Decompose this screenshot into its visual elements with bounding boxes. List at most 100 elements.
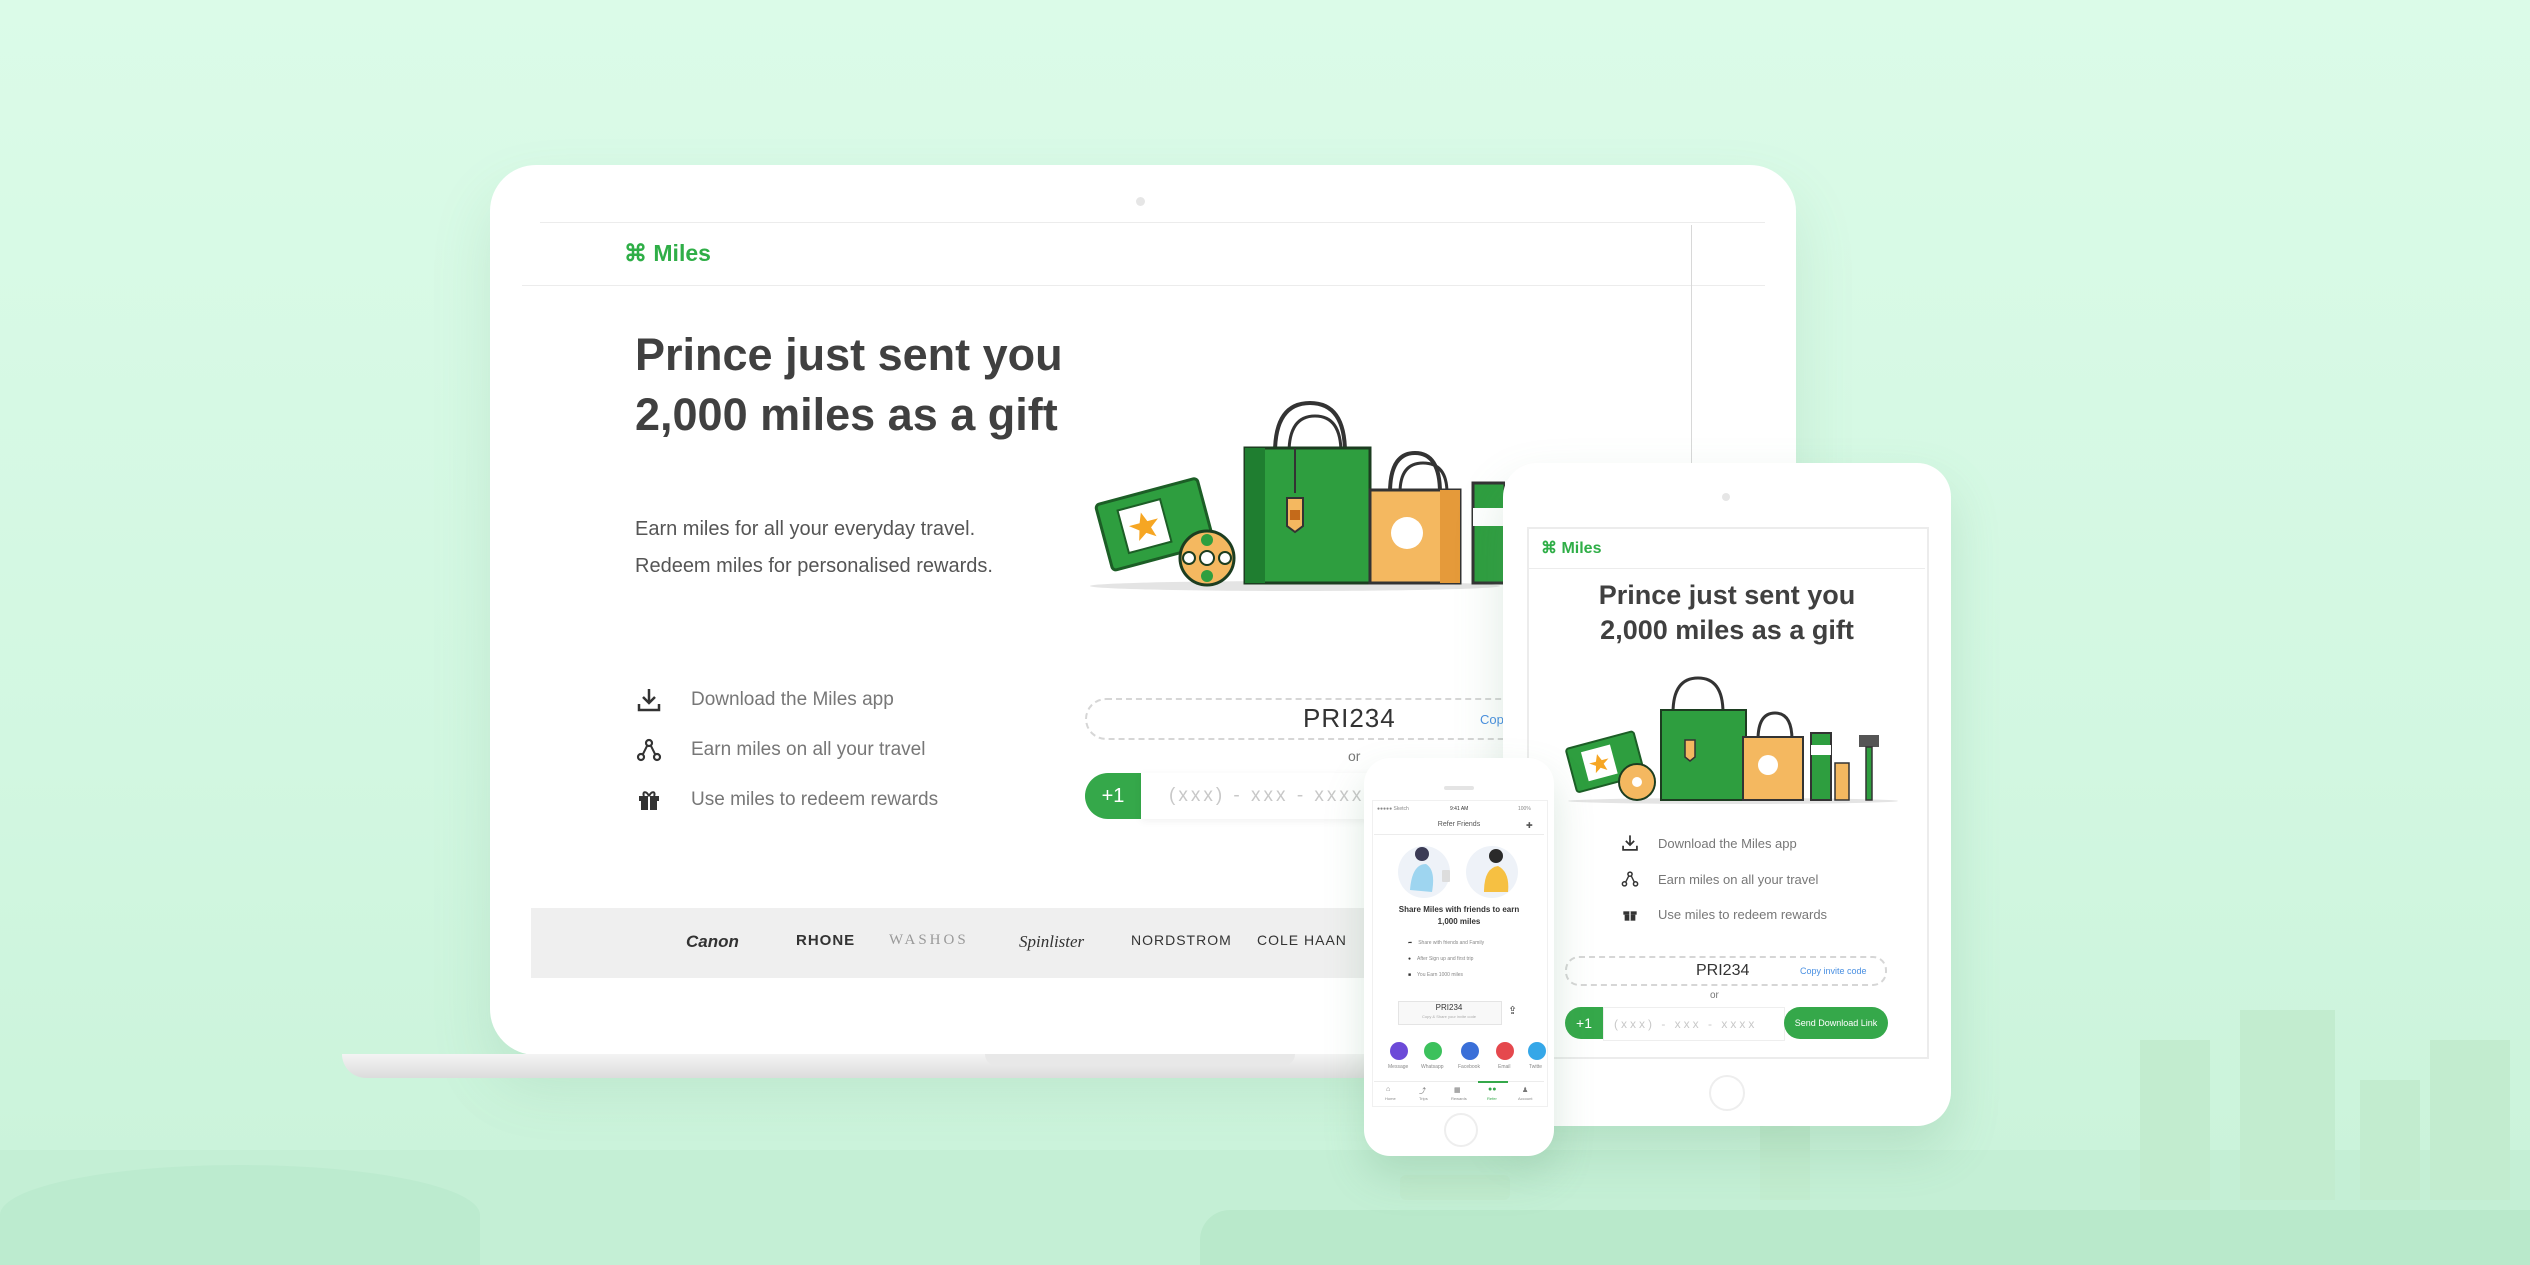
tab-rewards[interactable]: Rewards bbox=[1451, 1096, 1467, 1101]
brand-logo: WASHOS bbox=[889, 932, 969, 948]
tablet-step-earn-label: Earn miles on all your travel bbox=[1658, 871, 1819, 887]
share-app-label: Email bbox=[1498, 1064, 1511, 1070]
phone-share-line2: 1,000 miles bbox=[1437, 917, 1481, 926]
phone-title: Refer Friends bbox=[1437, 821, 1481, 828]
tablet-or-label: or bbox=[1710, 990, 1719, 1001]
phone-step-earn-label: You Earn 1000 miles bbox=[1417, 972, 1463, 978]
share-nodes-icon bbox=[1620, 869, 1640, 889]
brand-logo: RHONE bbox=[796, 932, 856, 949]
phone-step-share: ➦ Share with friends and Family bbox=[1408, 940, 1484, 946]
share-nodes-icon bbox=[635, 736, 663, 764]
tablet-shopping-bags-illustration bbox=[1565, 676, 1898, 804]
tablet-home-button[interactable] bbox=[1709, 1075, 1745, 1111]
background-hill-left bbox=[0, 1165, 480, 1265]
laptop-copy-code-link[interactable]: Cop bbox=[1480, 712, 1504, 727]
phone-header-divider bbox=[1374, 834, 1544, 835]
phone-battery: 100% bbox=[1518, 806, 1531, 812]
phone-step-signup-label: After Sign up and first trip bbox=[1417, 956, 1474, 962]
laptop-sub-line1: Earn miles for all your everyday travel. bbox=[635, 518, 976, 540]
refer-tab-icon[interactable]: ●● bbox=[1488, 1086, 1496, 1093]
tablet-camera bbox=[1722, 493, 1730, 501]
tablet-country-code[interactable]: +1 bbox=[1565, 1007, 1603, 1039]
brand-logo: Canon bbox=[686, 932, 739, 951]
twitter-app-icon[interactable] bbox=[1528, 1042, 1546, 1060]
background-building bbox=[2360, 1080, 2420, 1200]
share-app-label: Whatsapp bbox=[1421, 1064, 1444, 1070]
laptop-or-label: or bbox=[1348, 748, 1361, 764]
shopping-bags-illustration bbox=[1090, 400, 1505, 591]
brand-logo: Spinlister bbox=[1019, 932, 1085, 951]
trips-tab-icon[interactable]: ⤴ bbox=[1419, 1086, 1426, 1096]
tablet-step-redeem: Use miles to redeem rewards bbox=[1620, 904, 1827, 924]
tab-home[interactable]: Home bbox=[1385, 1096, 1396, 1101]
tablet-header-divider bbox=[1529, 568, 1925, 569]
laptop-headline-line1: Prince just sent you bbox=[635, 329, 1063, 380]
laptop-step-redeem: Use miles to redeem rewards bbox=[635, 786, 938, 814]
share-app-label: Message bbox=[1388, 1064, 1409, 1070]
phone-copy-hint: Copy & Share your invite code bbox=[1421, 1014, 1477, 1019]
laptop-step-download-label: Download the Miles app bbox=[691, 689, 894, 710]
tablet-copy-code-link[interactable]: Copy invite code bbox=[1800, 966, 1867, 976]
rewards-tab-icon[interactable]: ▦ bbox=[1454, 1086, 1461, 1094]
tablet-logo[interactable]: ⌘ Miles bbox=[1541, 538, 1601, 558]
share-app-label: Facebook bbox=[1458, 1064, 1480, 1070]
laptop-country-code[interactable]: +1 bbox=[1085, 773, 1141, 819]
add-friend-icon[interactable]: ✚ bbox=[1526, 821, 1533, 830]
tablet-headline-line2: 2,000 miles as a gift bbox=[1600, 615, 1854, 645]
phone-step-signup: ● After Sign up and first trip bbox=[1408, 956, 1473, 962]
facebook-app-icon[interactable] bbox=[1461, 1042, 1479, 1060]
background-building bbox=[2240, 1010, 2335, 1200]
laptop-step-download: Download the Miles app bbox=[635, 686, 894, 714]
laptop-headline-line2: 2,000 miles as a gift bbox=[635, 389, 1058, 440]
tablet-headline-line1: Prince just sent you bbox=[1598, 580, 1856, 610]
tab-trips[interactable]: Trips bbox=[1419, 1096, 1428, 1101]
download-icon bbox=[1620, 833, 1640, 853]
active-tab-indicator bbox=[1478, 1081, 1508, 1083]
share-app-label: Twitte bbox=[1529, 1064, 1543, 1070]
tablet-step-download: Download the Miles app bbox=[1620, 833, 1797, 853]
phone-step-earn: ■ You Earn 1000 miles bbox=[1408, 972, 1463, 978]
laptop-phone-input[interactable]: (xxx) - xxx - xxxx bbox=[1141, 773, 1399, 819]
tab-refer[interactable]: Refer bbox=[1487, 1096, 1497, 1101]
tablet-send-link-button[interactable]: Send Download Link bbox=[1784, 1007, 1888, 1039]
laptop-step-earn: Earn miles on all your travel bbox=[635, 736, 925, 764]
tablet-step-redeem-label: Use miles to redeem rewards bbox=[1658, 906, 1828, 922]
background-building bbox=[2140, 1040, 2210, 1200]
user-icon: ● bbox=[1408, 956, 1412, 962]
tab-account[interactable]: Account bbox=[1518, 1096, 1532, 1101]
laptop-step-redeem-label: Use miles to redeem rewards bbox=[691, 789, 939, 810]
tablet-step-download-label: Download the Miles app bbox=[1658, 835, 1797, 851]
phone-invite-code: PRI234 bbox=[1435, 1003, 1463, 1012]
home-tab-icon[interactable]: ⌂ bbox=[1386, 1086, 1390, 1093]
message-app-icon[interactable] bbox=[1390, 1042, 1408, 1060]
brand-logo: COLE HAAN bbox=[1257, 932, 1347, 948]
laptop-sub-line2: Redeem miles for personalised rewards. bbox=[635, 555, 993, 577]
phone-home-button[interactable] bbox=[1444, 1113, 1478, 1147]
phone-time: 9:41 AM bbox=[1450, 806, 1469, 812]
header-bottom-divider bbox=[522, 285, 1765, 286]
share-arrow-icon: ➦ bbox=[1408, 940, 1413, 946]
background-building bbox=[2430, 1040, 2510, 1200]
phone-share-line1: Share Miles with friends to earn bbox=[1398, 905, 1520, 914]
tablet-step-earn: Earn miles on all your travel bbox=[1620, 869, 1818, 889]
background-hill-right bbox=[1200, 1210, 2530, 1265]
email-app-icon[interactable] bbox=[1496, 1042, 1514, 1060]
account-tab-icon[interactable]: ♟ bbox=[1522, 1086, 1528, 1094]
gift-icon: ■ bbox=[1408, 972, 1412, 978]
phone-step-share-label: Share with friends and Family bbox=[1418, 940, 1485, 946]
scroll-divider bbox=[1691, 225, 1692, 475]
download-icon bbox=[635, 686, 663, 714]
header-top-divider bbox=[540, 222, 1765, 223]
background-bus bbox=[1400, 1175, 1510, 1200]
share-icon[interactable]: ⇪ bbox=[1508, 1004, 1517, 1017]
laptop-logo[interactable]: ⌘ Miles bbox=[624, 240, 711, 267]
refer-friends-illustration bbox=[1398, 846, 1518, 898]
tablet-invite-code: PRI234 bbox=[1696, 962, 1750, 979]
laptop-invite-code: PRI234 bbox=[1303, 703, 1396, 733]
phone-carrier: ●●●●● Sketch bbox=[1377, 806, 1409, 812]
phone-tabbar-divider bbox=[1374, 1081, 1544, 1082]
tablet-phone-input[interactable]: (xxx) - xxx - xxxx bbox=[1603, 1007, 1785, 1041]
whatsapp-app-icon[interactable] bbox=[1424, 1042, 1442, 1060]
brand-logo: NORDSTROM bbox=[1131, 932, 1232, 948]
laptop-step-earn-label: Earn miles on all your travel bbox=[691, 739, 926, 760]
